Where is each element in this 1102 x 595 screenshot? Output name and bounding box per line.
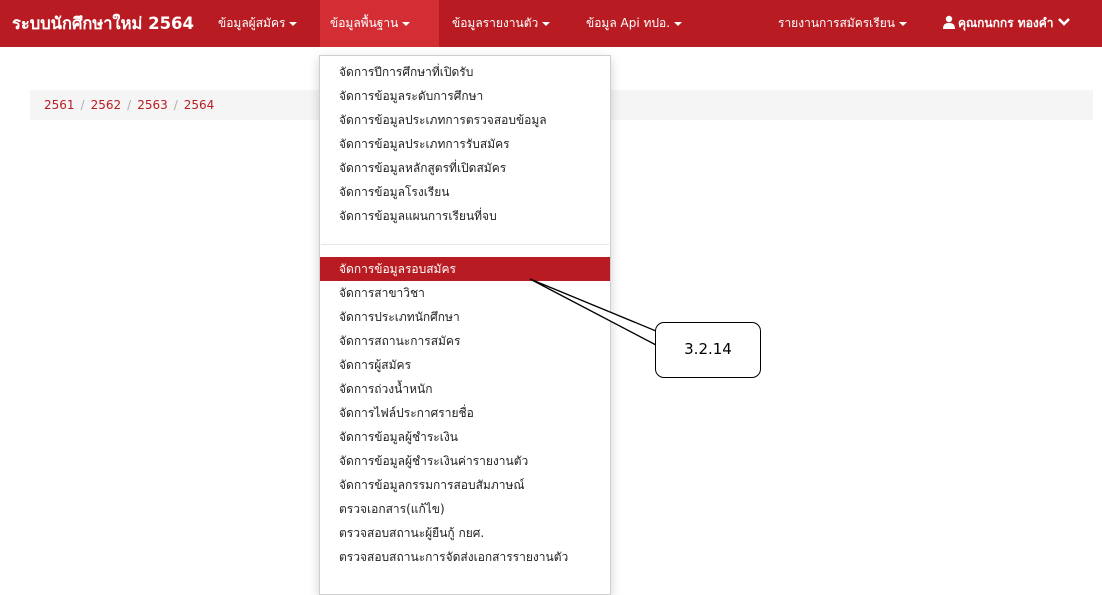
user-icon — [943, 15, 955, 29]
top-navbar: ระบบนักศึกษาใหม่ 2564 ข้อมูลผู้สมัคร ข้อ… — [0, 0, 1102, 47]
user-name: คุณกนกกร ทองคำ — [958, 16, 1054, 30]
menu-item-academic-year[interactable]: จัดการปีการศึกษาที่เปิดรับ — [320, 60, 610, 84]
breadcrumb-year-2563[interactable]: 2563 — [137, 98, 168, 112]
breadcrumb-year-2561[interactable]: 2561 — [44, 98, 75, 112]
app-brand[interactable]: ระบบนักศึกษาใหม่ 2564 — [12, 0, 194, 47]
menu-item-interview-committee[interactable]: จัดการข้อมูลกรรมการสอบสัมภาษณ์ — [320, 473, 610, 497]
menu-item-education-level[interactable]: จัดการข้อมูลระดับการศึกษา — [320, 84, 610, 108]
menu-item-document-delivery-status[interactable]: ตรวจสอบสถานะการจัดส่งเอกสารรายงานตัว — [320, 545, 610, 569]
breadcrumb-separator: / — [127, 98, 132, 112]
breadcrumb-separator: / — [173, 98, 178, 112]
menu-item-payers[interactable]: จัดการข้อมูลผู้ชำระเงิน — [320, 425, 610, 449]
nav-enrollment-report-label: รายงานการสมัครเรียน — [778, 16, 895, 30]
menu-item-check-type[interactable]: จัดการข้อมูลประเภทการตรวจสอบข้อมูล — [320, 108, 610, 132]
menu-item-applicants[interactable]: จัดการผู้สมัคร — [320, 353, 610, 377]
nav-report-in-data[interactable]: ข้อมูลรายงานตัว — [442, 0, 560, 47]
nav-api-data[interactable]: ข้อมูล Api ทปอ. — [576, 0, 692, 47]
menu-item-admission-type[interactable]: จัดการข้อมูลประเภทการรับสมัคร — [320, 132, 610, 156]
chevron-down-icon — [1057, 18, 1070, 26]
menu-item-school[interactable]: จัดการข้อมูลโรงเรียน — [320, 180, 610, 204]
nav-enrollment-report[interactable]: รายงานการสมัครเรียน — [768, 0, 917, 47]
menu-item-announcement-file[interactable]: จัดการไฟล์ประกาศรายชื่อ — [320, 401, 610, 425]
caret-down-icon — [542, 21, 551, 26]
nav-applicant-data[interactable]: ข้อมูลผู้สมัคร — [208, 0, 307, 47]
nav-basic-data[interactable]: ข้อมูลพื้นฐาน — [320, 0, 439, 47]
menu-item-document-check[interactable]: ตรวจเอกสาร(แก้ไข) — [320, 497, 610, 521]
caret-down-icon — [898, 21, 907, 26]
menu-item-weighting[interactable]: จัดการถ่วงน้ำหนัก — [320, 377, 610, 401]
menu-item-study-plan[interactable]: จัดการข้อมูลแผนการเรียนที่จบ — [320, 204, 610, 228]
callout-label: 3.2.14 — [655, 322, 761, 378]
caret-down-icon — [674, 21, 683, 26]
breadcrumb-year-2562[interactable]: 2562 — [91, 98, 122, 112]
menu-item-application-status[interactable]: จัดการสถานะการสมัคร — [320, 329, 610, 353]
menu-item-student-type[interactable]: จัดการประเภทนักศึกษา — [320, 305, 610, 329]
nav-api-data-label: ข้อมูล Api ทปอ. — [586, 16, 671, 30]
breadcrumb-separator: / — [80, 98, 85, 112]
menu-item-student-loan-status[interactable]: ตรวจสอบสถานะผู้ยืนกู้ กยศ. — [320, 521, 610, 545]
nav-user-menu[interactable]: คุณกนกกร ทองคำ — [932, 0, 1080, 47]
caret-down-icon — [289, 21, 298, 26]
menu-item-admission-round[interactable]: จัดการข้อมูลรอบสมัคร — [320, 257, 610, 281]
basic-data-dropdown-menu: จัดการปีการศึกษาที่เปิดรับ จัดการข้อมูลร… — [319, 55, 611, 595]
breadcrumb-year-2564[interactable]: 2564 — [184, 98, 215, 112]
menu-item-major[interactable]: จัดการสาขาวิชา — [320, 281, 610, 305]
nav-applicant-data-label: ข้อมูลผู้สมัคร — [218, 16, 286, 30]
nav-basic-data-label: ข้อมูลพื้นฐาน — [330, 16, 399, 30]
menu-item-open-curriculum[interactable]: จัดการข้อมูลหลักสูตรที่เปิดสมัคร — [320, 156, 610, 180]
caret-down-icon — [402, 21, 411, 26]
menu-item-report-fee-payers[interactable]: จัดการข้อมูลผู้ชำระเงินค่ารายงานตัว — [320, 449, 610, 473]
nav-report-in-data-label: ข้อมูลรายงานตัว — [452, 16, 539, 30]
menu-divider — [321, 244, 609, 245]
